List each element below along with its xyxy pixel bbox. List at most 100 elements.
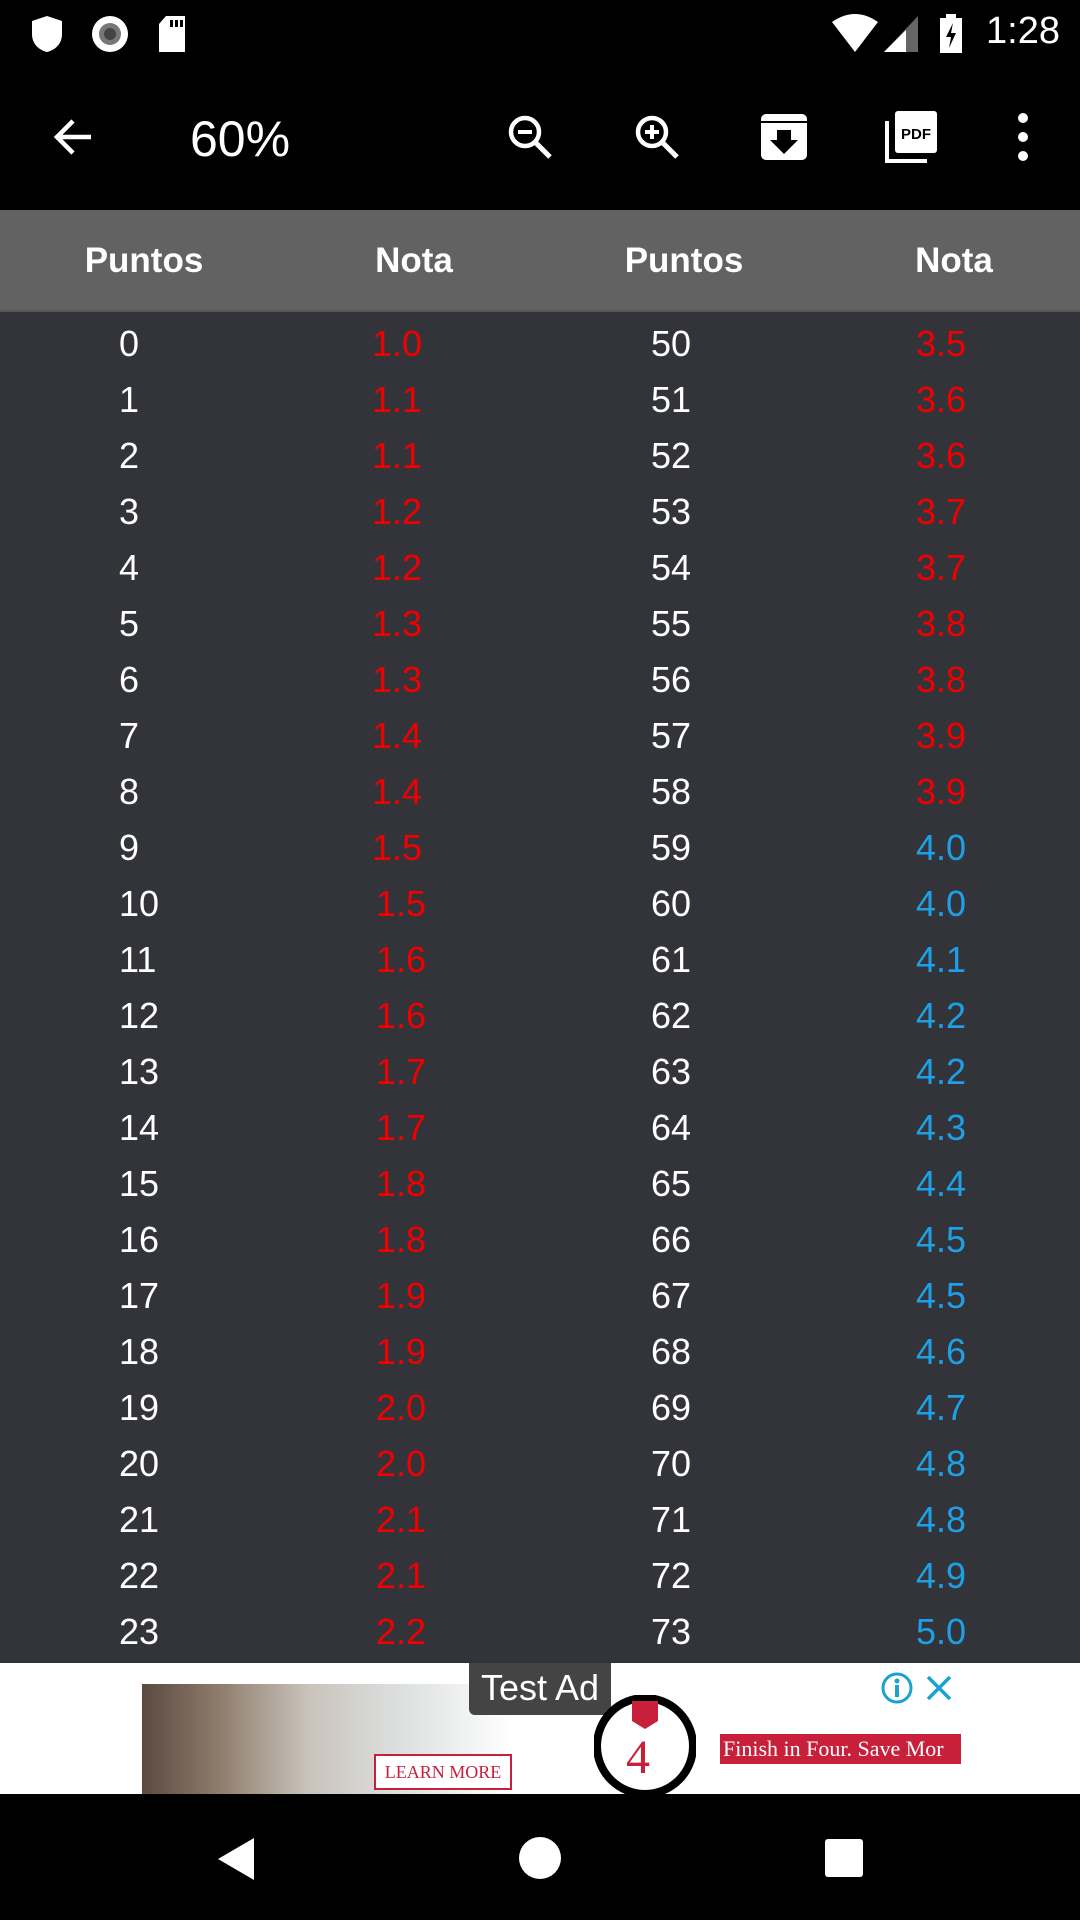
nota-cell: 4.0 xyxy=(916,883,967,924)
nota-cell: 3.9 xyxy=(916,771,967,812)
pdf-button[interactable]: PDF xyxy=(878,104,944,170)
nota-cell: 1.5 xyxy=(376,883,427,924)
puntos-cell: 11 xyxy=(119,939,157,980)
puntos-cell: 73 xyxy=(651,1611,692,1652)
puntos-cell: 10 xyxy=(119,883,160,924)
table-header: Puntos Nota Puntos Nota xyxy=(0,210,1080,312)
nota-cell: 3.6 xyxy=(916,435,967,476)
puntos-cell: 70 xyxy=(651,1443,692,1484)
header-nota: Nota xyxy=(915,241,993,280)
puntos-cell: 58 xyxy=(651,771,692,812)
zoom-in-icon xyxy=(635,115,679,159)
nota-cell: 4.9 xyxy=(916,1555,967,1596)
puntos-cell: 20 xyxy=(119,1443,160,1484)
clock: 1:28 xyxy=(986,10,1060,52)
puntos-cell: 68 xyxy=(651,1331,692,1372)
nota-cell: 3.8 xyxy=(916,659,967,700)
puntos-cell: 9 xyxy=(119,827,140,868)
grade-table[interactable]: 0 1.0 50 3.5 1 1.1 51 3.6 2 1.1 52 3.6 3 1.2 53 3.7 4 1.2… xyxy=(0,312,1080,1663)
zoom-out-button[interactable] xyxy=(497,104,563,170)
table-row: 21 2.1 71 4.8 xyxy=(0,1492,1080,1548)
puntos-cell: 50 xyxy=(651,323,692,364)
download-button[interactable] xyxy=(751,104,817,170)
nota-cell: 2.1 xyxy=(376,1499,427,1540)
table-row: 2 1.1 52 3.6 xyxy=(0,428,1080,484)
nota-cell: 2.0 xyxy=(376,1387,427,1428)
nota-cell: 1.7 xyxy=(376,1051,427,1092)
nota-cell: 4.6 xyxy=(916,1331,967,1372)
navigation-bar xyxy=(0,1794,1080,1920)
shield-icon xyxy=(32,16,62,52)
recents-square-icon[interactable] xyxy=(824,1838,864,1878)
nota-cell: 4.5 xyxy=(916,1275,967,1316)
header-puntos: Puntos xyxy=(624,241,744,280)
nota-cell: 1.6 xyxy=(376,995,427,1036)
puntos-cell: 15 xyxy=(119,1163,160,1204)
puntos-cell: 65 xyxy=(651,1163,692,1204)
ad-badge: Test Ad xyxy=(469,1663,611,1715)
table-row: 17 1.9 67 4.5 xyxy=(0,1268,1080,1324)
table-row: 23 2.2 73 5.0 xyxy=(0,1604,1080,1660)
puntos-cell: 1 xyxy=(119,379,140,420)
table-row: 5 1.3 55 3.8 xyxy=(0,596,1080,652)
learn-more-button[interactable]: LEARN MORE xyxy=(374,1754,512,1790)
puntos-cell: 69 xyxy=(651,1387,692,1428)
table-row: 13 1.7 63 4.2 xyxy=(0,1044,1080,1100)
nota-cell: 4.7 xyxy=(916,1387,967,1428)
nota-cell: 1.8 xyxy=(376,1163,427,1204)
nota-cell: 3.8 xyxy=(916,603,967,644)
nota-cell: 1.8 xyxy=(376,1219,427,1260)
wifi-icon xyxy=(832,14,878,52)
table-row: 3 1.2 53 3.7 xyxy=(0,484,1080,540)
nota-cell: 4.8 xyxy=(916,1443,967,1484)
nota-cell: 2.2 xyxy=(376,1611,427,1652)
puntos-cell: 22 xyxy=(119,1555,160,1596)
puntos-cell: 67 xyxy=(651,1275,692,1316)
table-row: 0 1.0 50 3.5 xyxy=(0,316,1080,372)
puntos-cell: 12 xyxy=(119,995,160,1036)
table-row: 7 1.4 57 3.9 xyxy=(0,708,1080,764)
puntos-cell: 8 xyxy=(119,771,140,812)
nota-cell: 5.0 xyxy=(916,1611,967,1652)
table-row: 1 1.1 51 3.6 xyxy=(0,372,1080,428)
signal-icon xyxy=(884,16,918,52)
ad-info-icon[interactable] xyxy=(880,1671,914,1705)
puntos-cell: 62 xyxy=(651,995,692,1036)
nota-cell: 1.7 xyxy=(376,1107,427,1148)
puntos-cell: 55 xyxy=(651,603,692,644)
nota-cell: 1.9 xyxy=(376,1331,427,1372)
ad-banner[interactable]: LEARN MORE Test Ad 4 Finish in Four. Sav… xyxy=(0,1663,1080,1794)
table-row: 10 1.5 60 4.0 xyxy=(0,876,1080,932)
more-options-button[interactable] xyxy=(990,104,1056,170)
table-row: 11 1.6 61 4.1 xyxy=(0,932,1080,988)
nota-cell: 4.4 xyxy=(916,1163,967,1204)
home-circle-icon[interactable] xyxy=(518,1836,562,1880)
header-nota: Nota xyxy=(375,241,453,280)
puntos-cell: 18 xyxy=(119,1331,160,1372)
nota-cell: 1.2 xyxy=(372,491,423,532)
ad-close-icon[interactable] xyxy=(924,1673,954,1703)
table-row: 19 2.0 69 4.7 xyxy=(0,1380,1080,1436)
back-triangle-icon[interactable] xyxy=(214,1836,258,1882)
puntos-cell: 54 xyxy=(651,547,692,588)
puntos-cell: 72 xyxy=(651,1555,692,1596)
puntos-cell: 63 xyxy=(651,1051,692,1092)
table-row: 22 2.1 72 4.9 xyxy=(0,1548,1080,1604)
nota-cell: 2.0 xyxy=(376,1443,427,1484)
puntos-cell: 59 xyxy=(651,827,692,868)
puntos-cell: 5 xyxy=(119,603,140,644)
nota-cell: 1.5 xyxy=(372,827,423,868)
more-vert-icon xyxy=(1018,113,1028,161)
zoom-in-button[interactable] xyxy=(624,104,690,170)
zoom-out-icon xyxy=(508,115,552,159)
puntos-cell: 17 xyxy=(119,1275,160,1316)
table-row: 15 1.8 65 4.4 xyxy=(0,1156,1080,1212)
nota-cell: 3.7 xyxy=(916,491,967,532)
ad-headline[interactable]: Finish in Four. Save Mor xyxy=(720,1734,961,1764)
header-puntos: Puntos xyxy=(84,241,204,280)
nota-cell: 1.3 xyxy=(372,659,423,700)
back-button[interactable] xyxy=(40,104,106,170)
table-row: 6 1.3 56 3.8 xyxy=(0,652,1080,708)
nota-cell: 4.3 xyxy=(916,1107,967,1148)
ad-photo[interactable]: LEARN MORE xyxy=(142,1684,512,1794)
